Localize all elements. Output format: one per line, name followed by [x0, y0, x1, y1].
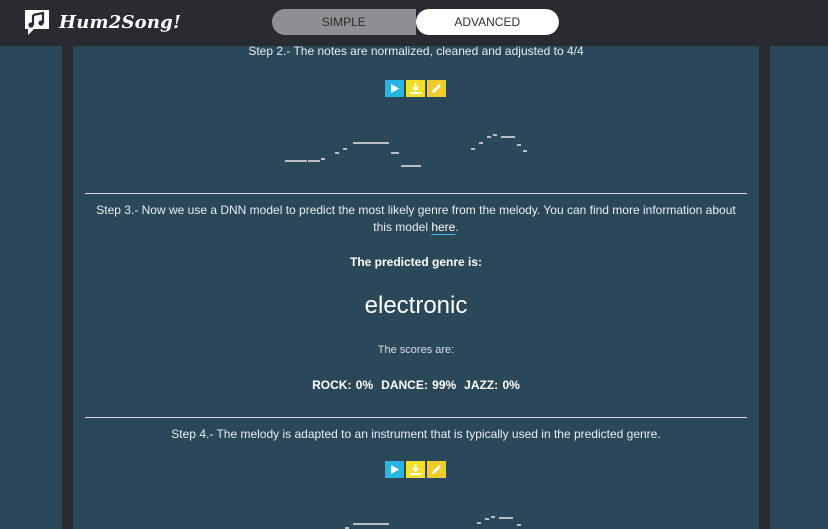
step3-text: Step 3.- Now we use a DNN model to predi… — [96, 203, 736, 234]
scores-line: ROCK: 0% DANCE: 99% JAZZ: 0% — [73, 378, 759, 392]
play-icon — [391, 84, 399, 93]
divider-step3 — [85, 193, 747, 194]
divider-step4 — [85, 417, 747, 418]
right-gutter — [759, 46, 770, 529]
main-content: Step 2.- The notes are normalized, clean… — [73, 44, 759, 529]
predicted-genre-label: The predicted genre is: — [349, 255, 483, 269]
download-icon — [410, 464, 421, 475]
step3-text-end: . — [455, 220, 459, 234]
left-side-panel — [0, 46, 62, 529]
left-gutter — [62, 46, 73, 529]
pencil-icon — [432, 465, 441, 474]
step4-edit-button[interactable] — [427, 461, 446, 478]
predicted-genre-value: electronic — [364, 292, 468, 319]
step4-play-button[interactable] — [385, 461, 404, 478]
score-rock: ROCK: 0% — [312, 378, 374, 392]
app-name: Hum2Song! — [59, 11, 182, 33]
play-icon — [391, 465, 399, 474]
step4-piano-roll — [345, 516, 521, 529]
step4-download-button[interactable] — [406, 461, 425, 478]
step3-description: Step 3.- Now we use a DNN model to predi… — [93, 202, 739, 236]
music-note-chat-icon — [25, 10, 49, 35]
step2-play-button[interactable] — [385, 80, 404, 97]
score-dance: DANCE: 99% — [381, 378, 457, 392]
score-jazz: JAZZ: 0% — [464, 378, 520, 392]
model-info-link[interactable]: here — [431, 220, 455, 234]
right-side-panel — [770, 46, 828, 529]
step4-controls — [385, 461, 446, 478]
step2-download-button[interactable] — [406, 80, 425, 97]
scores-label: The scores are: — [377, 344, 455, 356]
download-icon — [410, 83, 421, 94]
step2-controls — [385, 80, 446, 97]
tab-simple[interactable]: SIMPLE — [272, 9, 416, 35]
app-logo[interactable]: Hum2Song! — [22, 7, 181, 37]
step2-piano-roll — [285, 134, 527, 167]
mode-toggle: SIMPLE ADVANCED — [272, 9, 559, 35]
step4-description: Step 4.- The melody is adapted to an ins… — [171, 427, 661, 441]
tab-advanced[interactable]: ADVANCED — [415, 9, 559, 35]
pencil-icon — [432, 84, 441, 93]
top-bar: Hum2Song! SIMPLE ADVANCED — [0, 0, 828, 46]
step2-edit-button[interactable] — [427, 80, 446, 97]
